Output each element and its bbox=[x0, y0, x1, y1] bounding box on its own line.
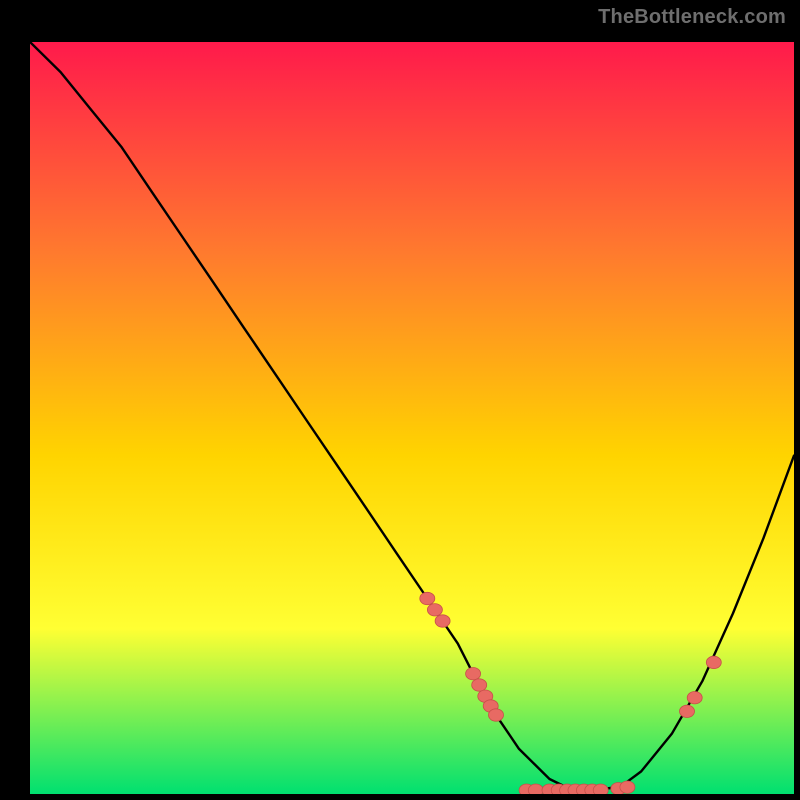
chart-svg bbox=[30, 42, 794, 794]
data-marker bbox=[420, 592, 435, 604]
chart-plot-area bbox=[30, 42, 794, 794]
data-marker bbox=[489, 709, 504, 721]
chart-frame bbox=[12, 12, 788, 788]
data-marker bbox=[472, 679, 487, 691]
data-marker bbox=[593, 784, 608, 794]
data-marker bbox=[466, 668, 481, 680]
data-marker bbox=[687, 692, 702, 704]
data-marker bbox=[620, 781, 635, 793]
data-marker bbox=[680, 705, 695, 717]
data-marker bbox=[435, 615, 450, 627]
data-marker bbox=[528, 784, 543, 794]
data-marker bbox=[427, 604, 442, 616]
data-marker bbox=[706, 656, 721, 668]
watermark-text: TheBottleneck.com bbox=[598, 6, 786, 29]
gradient-bg bbox=[30, 42, 794, 794]
